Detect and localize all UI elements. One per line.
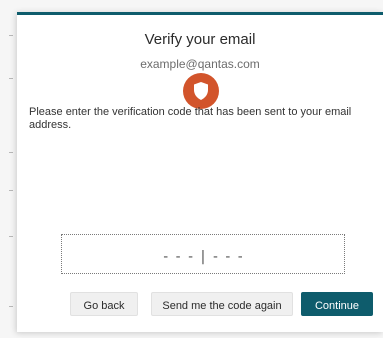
verify-email-dialog: Verify your email example@qantas.com Ple…: [17, 12, 383, 332]
verification-code-box[interactable]: [61, 234, 345, 274]
continue-button[interactable]: Continue: [301, 292, 373, 316]
shield-icon: [183, 73, 219, 109]
resend-code-button[interactable]: Send me the code again: [151, 292, 293, 316]
background-mark: [9, 190, 13, 191]
email-address: example@qantas.com: [140, 57, 260, 71]
background-mark: [9, 236, 13, 237]
background-mark: [9, 306, 13, 307]
background-mark: [9, 78, 13, 79]
background-mark: [9, 35, 13, 36]
go-back-button[interactable]: Go back: [70, 292, 138, 316]
instructions-text: Please enter the verification code that …: [29, 106, 352, 131]
verification-code-input[interactable]: [66, 243, 344, 271]
dialog-title: Verify your email: [144, 31, 256, 48]
background-mark: [9, 152, 13, 153]
